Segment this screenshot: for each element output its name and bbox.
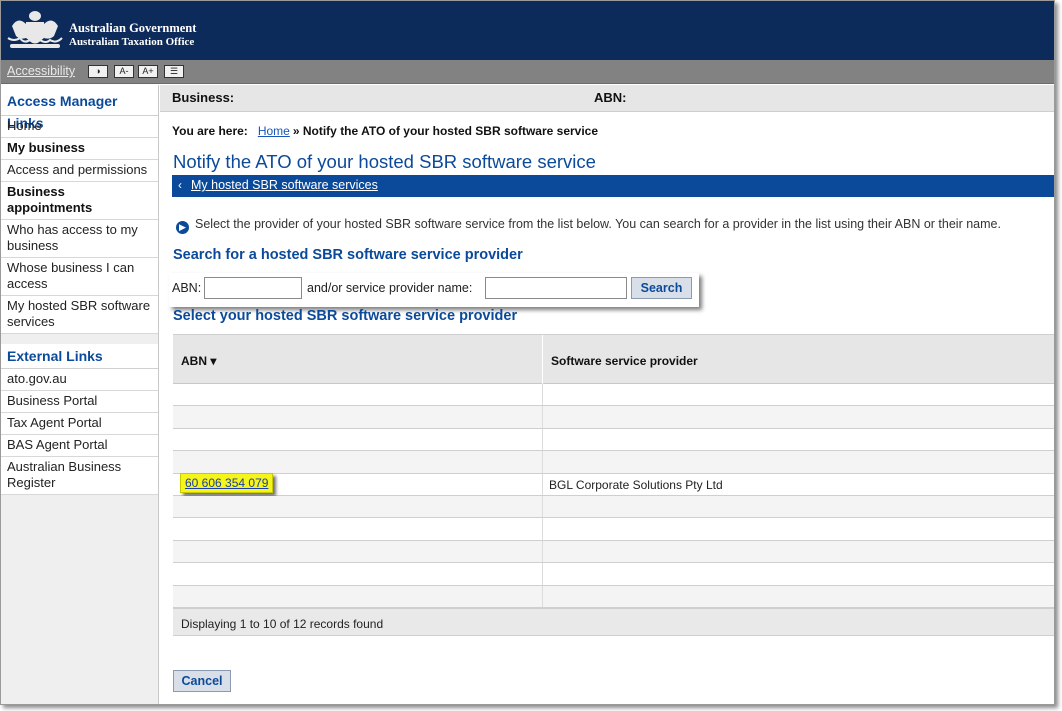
sidebar-item-business-appointments[interactable]: Business appointments: [1, 182, 158, 220]
provider-name-input[interactable]: [485, 277, 627, 299]
table-header: ABN ▾ Software service provider: [173, 334, 1054, 385]
layout-icon[interactable]: ☰: [164, 65, 184, 78]
decrease-text-button[interactable]: A-: [114, 65, 134, 78]
main-content: Business: ABN: You are here: Home» Notify…: [160, 85, 1054, 704]
abn-search-label: ABN:: [172, 281, 202, 295]
sidebar: Access Manager Links Home My business Ac…: [1, 85, 159, 704]
provider-name-label: and/or service provider name:: [307, 281, 473, 295]
sidebar-item-tax-agent-portal[interactable]: Tax Agent Portal: [1, 413, 158, 435]
back-link-hosted-sbr[interactable]: My hosted SBR software services: [191, 178, 378, 192]
table-row[interactable]: [173, 428, 1054, 452]
breadcrumb-separator: »: [292, 124, 300, 138]
table-row[interactable]: [173, 406, 1054, 429]
table-row[interactable]: [173, 518, 1054, 541]
sort-down-icon: ▾: [210, 354, 217, 368]
arrow-right-icon: ▶: [176, 221, 189, 234]
abn-column-header[interactable]: ABN ▾: [181, 354, 216, 368]
sidebar-item-my-business[interactable]: My business: [1, 138, 158, 160]
gov-header: Australian Government Australian Taxatio…: [1, 1, 1054, 60]
sidebar-gap: [1, 334, 158, 344]
cancel-button[interactable]: Cancel: [173, 670, 231, 692]
breadcrumb-current: Notify the ATO of your hosted SBR softwa…: [302, 124, 599, 138]
results-table: ABN ▾ Software service provider 60 606 3…: [173, 334, 1054, 636]
sidebar-item-bas-agent-portal[interactable]: BAS Agent Portal: [1, 435, 158, 457]
table-body: 60 606 354 079 BGL Corporate Solutions Pt…: [173, 384, 1054, 608]
breadcrumb-prefix: You are here:: [172, 124, 248, 138]
sidebar-item-whose-business[interactable]: Whose business I can access: [1, 258, 158, 296]
abn-search-input[interactable]: [204, 277, 302, 299]
search-heading: Search for a hosted SBR software service…: [173, 247, 523, 263]
increase-text-button[interactable]: A+: [138, 65, 158, 78]
sidebar-item-access-permissions[interactable]: Access and permissions: [1, 160, 158, 182]
info-message: ▶ Select the provider of your hosted SBR …: [176, 217, 1001, 234]
results-heading: Select your hosted SBR software service …: [173, 308, 518, 324]
business-bar: Business: ABN:: [160, 85, 1054, 112]
abn-label: ABN:: [594, 90, 627, 105]
gov-title-line1: Australian Government: [69, 21, 197, 35]
sidebar-item-who-has-access[interactable]: Who has access to my business: [1, 220, 158, 258]
provider-column-header[interactable]: Software service provider: [551, 354, 698, 368]
table-row[interactable]: [173, 585, 1054, 608]
breadcrumb: You are here: Home» Notify the ATO of you…: [172, 124, 598, 138]
coat-of-arms-icon: [7, 11, 63, 48]
accessibility-link[interactable]: Accessibility: [7, 64, 75, 78]
sidebar-item-business-portal[interactable]: Business Portal: [1, 391, 158, 413]
accessibility-bar: Accessibility ◑ A- A+ ☰: [1, 60, 1054, 84]
row-provider: BGL Corporate Solutions Pty Ltd: [549, 477, 723, 492]
business-label: Business:: [172, 90, 235, 105]
sidebar-item-hosted-sbr[interactable]: My hosted SBR software services: [1, 296, 158, 334]
records-count: Displaying 1 to 10 of 12 records found: [181, 616, 384, 631]
abn-link-highlighted[interactable]: 60 606 354 079: [180, 472, 274, 493]
table-row[interactable]: [173, 495, 1054, 519]
info-text: Select the provider of your hosted SBR s…: [195, 217, 1001, 231]
table-row-selected[interactable]: 60 606 354 079 BGL Corporate Solutions Pt…: [173, 472, 1054, 496]
browser-frame: Australian Government Australian Taxatio…: [0, 0, 1055, 705]
contrast-icon[interactable]: ◑: [88, 65, 108, 78]
sidebar-heading-external-links: External Links: [1, 344, 158, 369]
search-box: ABN: and/or service provider name: Searc…: [169, 273, 699, 307]
page-title: Notify the ATO of your hosted SBR softwa…: [173, 151, 596, 172]
table-row[interactable]: [173, 384, 1054, 407]
breadcrumb-home-link[interactable]: Home: [258, 124, 290, 138]
gov-title-line2: Australian Taxation Office: [69, 36, 195, 48]
table-footer: Displaying 1 to 10 of 12 records found: [173, 607, 1054, 636]
sidebar-item-ato[interactable]: ato.gov.au: [1, 369, 158, 391]
table-row[interactable]: [173, 563, 1054, 586]
table-row[interactable]: [173, 540, 1054, 564]
back-bar: ‹ My hosted SBR software services: [172, 175, 1054, 197]
table-row[interactable]: [173, 451, 1054, 474]
sidebar-item-abr[interactable]: Australian Business Register: [1, 457, 158, 495]
chevron-left-icon: ‹: [178, 178, 182, 192]
search-button[interactable]: Search: [631, 277, 692, 299]
sidebar-item-home[interactable]: Home: [1, 116, 158, 138]
sidebar-heading-access-manager: Access Manager Links: [1, 85, 158, 131]
